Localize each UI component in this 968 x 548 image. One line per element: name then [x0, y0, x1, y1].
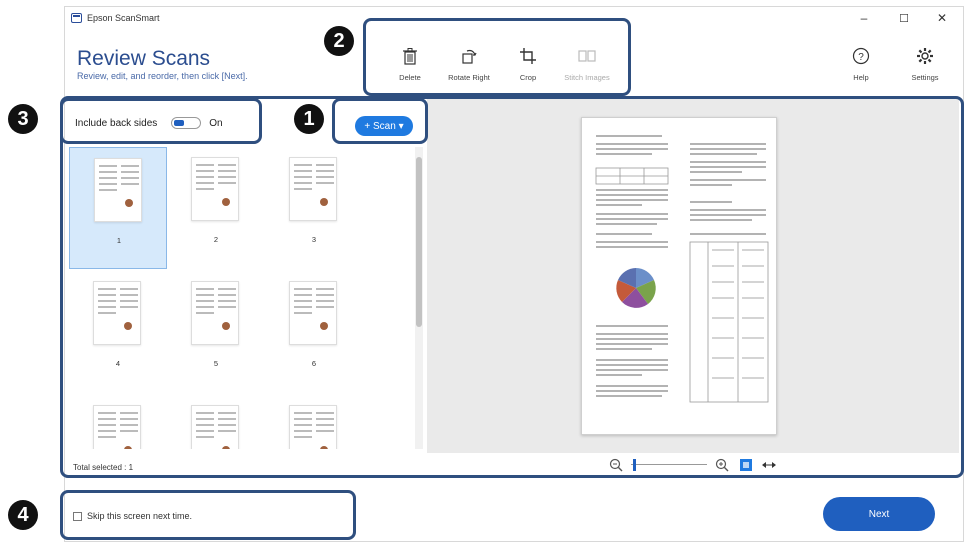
callout-box-skip — [60, 490, 356, 540]
settings-button[interactable]: Settings — [895, 47, 955, 89]
next-button[interactable]: Next — [823, 497, 935, 531]
maximize-button[interactable]: ☐ — [887, 7, 921, 29]
callout-box-toolbar — [363, 18, 631, 96]
minimize-button[interactable]: – — [847, 7, 881, 29]
svg-text:?: ? — [858, 52, 864, 63]
settings-label: Settings — [911, 73, 939, 82]
app-title: Epson ScanSmart — [87, 13, 160, 23]
app-icon — [71, 13, 82, 23]
gear-icon — [917, 48, 933, 64]
page-subtitle: Review, edit, and reorder, then click [N… — [77, 71, 248, 81]
callout-badge-1: 1 — [294, 104, 324, 134]
callout-badge-4: 4 — [8, 500, 38, 530]
help-button[interactable]: ? Help — [831, 47, 891, 89]
close-button[interactable]: ✕ — [925, 7, 959, 29]
help-icon: ? — [852, 47, 870, 65]
callout-box-main — [60, 96, 964, 478]
callout-badge-3: 3 — [8, 104, 38, 134]
help-label: Help — [853, 73, 869, 82]
callout-badge-2: 2 — [324, 26, 354, 56]
page-title: Review Scans — [77, 47, 211, 70]
